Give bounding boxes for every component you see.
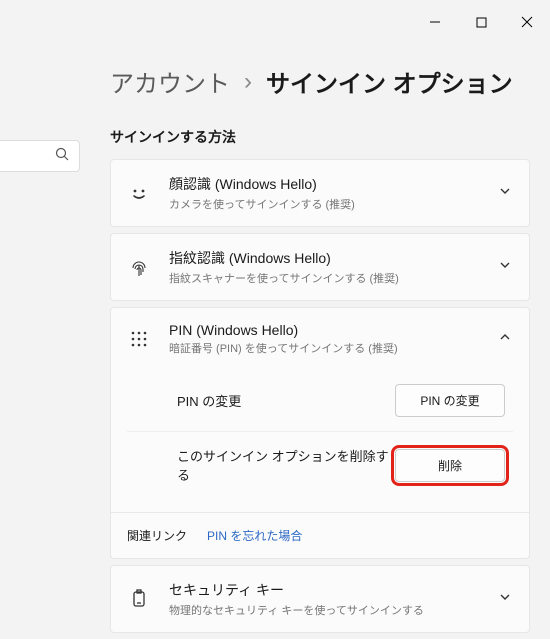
sidebar <box>0 40 80 639</box>
face-icon <box>127 181 151 205</box>
minimize-button[interactable] <box>412 8 458 36</box>
pin-change-label: PIN の変更 <box>177 391 241 410</box>
option-subtitle: 指紋スキャナーを使ってサインインする (推奨) <box>169 270 481 286</box>
option-title: PIN (Windows Hello) <box>169 322 481 338</box>
search-icon <box>55 147 69 166</box>
option-subtitle: 暗証番号 (PIN) を使ってサインインする (推奨) <box>169 340 481 356</box>
option-title: セキュリティ キー <box>169 580 481 600</box>
search-input[interactable] <box>0 140 80 172</box>
chevron-down-icon <box>499 258 513 276</box>
chevron-up-icon <box>499 330 513 348</box>
pin-remove-label: このサインイン オプションを削除する <box>177 446 395 484</box>
pin-remove-button[interactable]: 削除 <box>395 449 505 482</box>
titlebar <box>0 0 550 40</box>
chevron-down-icon <box>499 590 513 608</box>
option-fingerprint[interactable]: 指紋認識 (Windows Hello) 指紋スキャナーを使ってサインインする … <box>110 233 530 301</box>
chevron-down-icon <box>499 184 513 202</box>
option-subtitle: カメラを使ってサインインする (推奨) <box>169 196 481 212</box>
option-security-key[interactable]: セキュリティ キー 物理的なセキュリティ キーを使ってサインインする <box>110 565 530 633</box>
section-heading: サインインする方法 <box>110 127 530 147</box>
maximize-button[interactable] <box>458 8 504 36</box>
option-subtitle: 物理的なセキュリティ キーを使ってサインインする <box>169 602 481 618</box>
keypad-icon <box>127 327 151 351</box>
breadcrumb: アカウント › サインイン オプション <box>110 40 530 99</box>
option-title: 顔認識 (Windows Hello) <box>169 174 481 194</box>
fingerprint-icon <box>127 255 151 279</box>
related-links-label: 関連リンク <box>127 527 187 544</box>
pin-change-button[interactable]: PIN の変更 <box>395 384 505 417</box>
forgot-pin-link[interactable]: PIN を忘れた場合 <box>207 527 302 544</box>
option-pin: PIN (Windows Hello) 暗証番号 (PIN) を使ってサインイン… <box>110 307 530 559</box>
option-title: 指紋認識 (Windows Hello) <box>169 248 481 268</box>
option-face[interactable]: 顔認識 (Windows Hello) カメラを使ってサインインする (推奨) <box>110 159 530 227</box>
option-pin-header[interactable]: PIN (Windows Hello) 暗証番号 (PIN) を使ってサインイン… <box>111 308 529 370</box>
security-key-icon <box>127 587 151 611</box>
chevron-right-icon: › <box>244 68 252 96</box>
page-title: サインイン オプション <box>266 64 513 99</box>
close-button[interactable] <box>504 8 550 36</box>
breadcrumb-parent[interactable]: アカウント <box>110 64 230 99</box>
